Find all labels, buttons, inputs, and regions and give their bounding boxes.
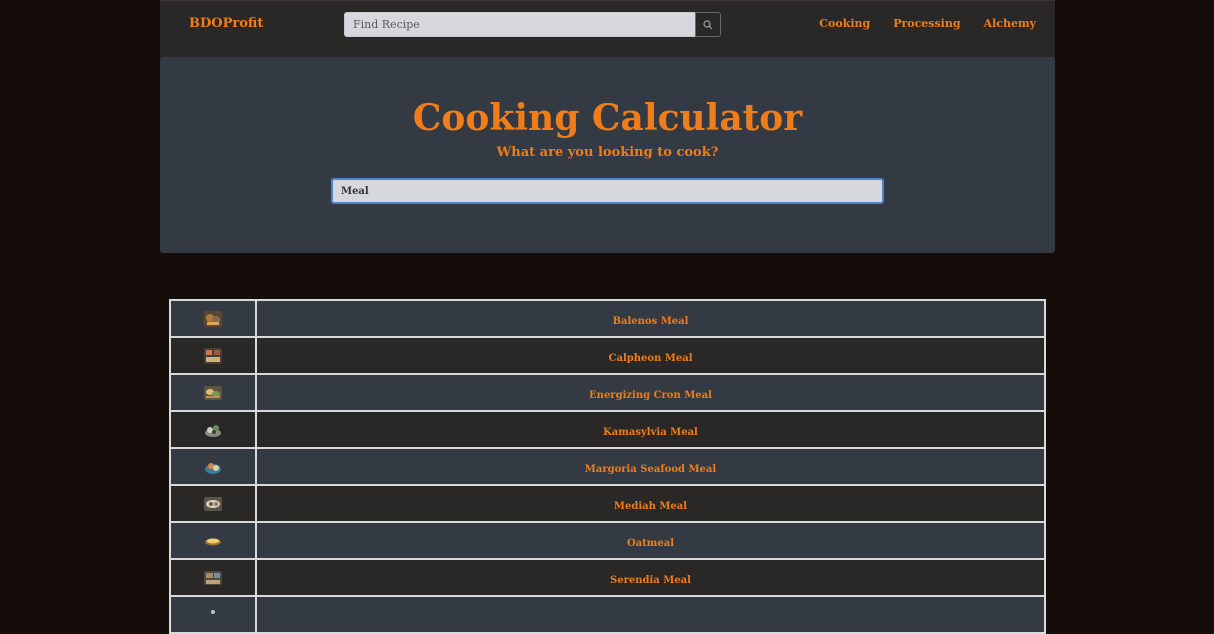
cook-search-input[interactable]	[331, 178, 884, 204]
oatmeal-icon	[203, 532, 223, 550]
table-row[interactable]	[169, 595, 1046, 634]
recipe-link[interactable]: Balenos Meal	[613, 316, 689, 327]
page-title: Cooking Calculator	[412, 97, 803, 139]
recipe-search	[344, 12, 721, 37]
nav-links: Cooking Processing Alchemy	[819, 17, 1036, 30]
kamasylvia-meal-icon	[203, 421, 223, 439]
name-cell: Oatmeal	[255, 521, 1046, 560]
brand-link[interactable]: BDOProfit	[189, 16, 263, 31]
icon-cell	[169, 373, 257, 412]
table-row[interactable]: Calpheon Meal	[169, 336, 1046, 375]
search-icon	[703, 15, 713, 34]
recipe-link[interactable]: Serendia Meal	[610, 575, 691, 586]
hero-panel: Cooking Calculator What are you looking …	[160, 57, 1055, 253]
name-cell: Balenos Meal	[255, 299, 1046, 338]
nav-link-alchemy[interactable]: Alchemy	[984, 17, 1036, 30]
table-row[interactable]: Kamasylvia Meal	[169, 410, 1046, 449]
table-row[interactable]: Energizing Cron Meal	[169, 373, 1046, 412]
table-row[interactable]: Serendia Meal	[169, 558, 1046, 597]
margoria-seafood-meal-icon	[203, 458, 223, 476]
find-recipe-input[interactable]	[344, 12, 698, 37]
icon-cell	[169, 521, 257, 560]
name-cell: Calpheon Meal	[255, 336, 1046, 375]
recipe-link[interactable]: Mediah Meal	[614, 501, 687, 512]
recipe-link[interactable]: Energizing Cron Meal	[589, 390, 712, 401]
calpheon-meal-icon	[203, 347, 223, 365]
table-row[interactable]: Oatmeal	[169, 521, 1046, 560]
energizing-cron-meal-icon	[203, 384, 223, 402]
recipe-link[interactable]: Kamasylvia Meal	[603, 427, 698, 438]
partial-row-icon	[203, 606, 223, 624]
top-navbar: BDOProfit Cooking Processing Alchemy	[160, 0, 1055, 58]
icon-cell	[169, 336, 257, 375]
name-cell: Mediah Meal	[255, 484, 1046, 523]
recipe-link[interactable]: Calpheon Meal	[609, 353, 693, 364]
table-row[interactable]: Mediah Meal	[169, 484, 1046, 523]
name-cell: Energizing Cron Meal	[255, 373, 1046, 412]
icon-cell	[169, 558, 257, 597]
mediah-meal-icon	[203, 495, 223, 513]
icon-cell	[169, 410, 257, 449]
nav-link-cooking[interactable]: Cooking	[819, 17, 870, 30]
results-table: Balenos Meal Calpheon Meal Energizing Cr…	[169, 299, 1046, 634]
balenos-meal-icon	[203, 310, 223, 328]
page-subtitle: What are you looking to cook?	[496, 145, 719, 160]
serendia-meal-icon	[203, 569, 223, 587]
recipe-link[interactable]: Margoria Seafood Meal	[585, 464, 716, 475]
icon-cell	[169, 447, 257, 486]
icon-cell	[169, 484, 257, 523]
recipe-link[interactable]: Oatmeal	[627, 538, 674, 549]
name-cell: Margoria Seafood Meal	[255, 447, 1046, 486]
table-row[interactable]: Balenos Meal	[169, 299, 1046, 338]
name-cell: Serendia Meal	[255, 558, 1046, 597]
name-cell: Kamasylvia Meal	[255, 410, 1046, 449]
icon-cell	[169, 595, 257, 634]
table-row[interactable]: Margoria Seafood Meal	[169, 447, 1046, 486]
icon-cell	[169, 299, 257, 338]
search-button[interactable]	[695, 12, 721, 37]
nav-link-processing[interactable]: Processing	[893, 17, 960, 30]
name-cell	[255, 595, 1046, 634]
